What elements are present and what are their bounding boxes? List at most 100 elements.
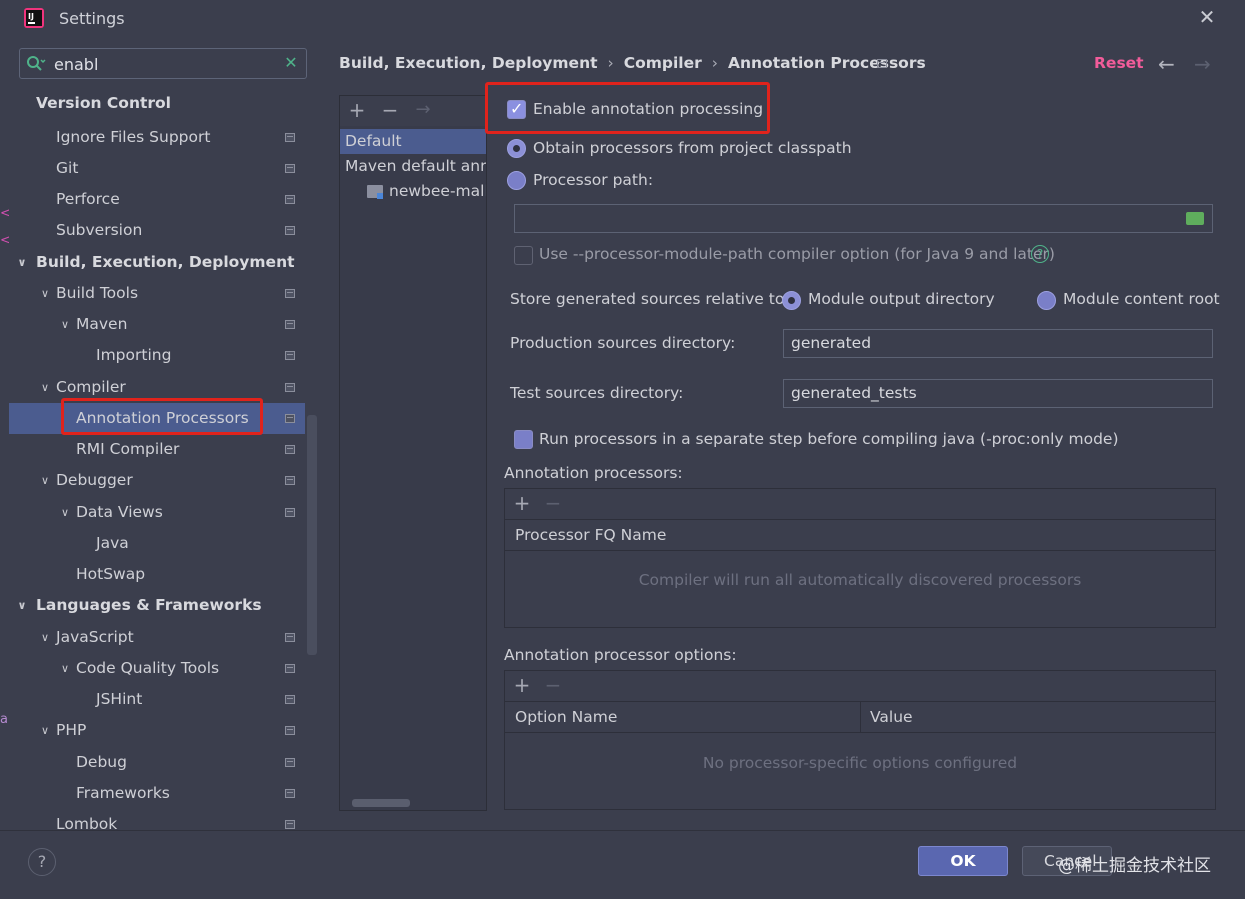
tree-item-ignore-files-support[interactable]: Ignore Files Support — [9, 122, 305, 153]
tree-item-label: JavaScript — [56, 627, 134, 646]
tree-item-jshint[interactable]: JSHint — [9, 684, 305, 715]
back-arrow-icon[interactable]: ← — [1158, 52, 1175, 76]
module-output-radio[interactable] — [782, 291, 801, 310]
title-bar: IJ Settings ✕ — [0, 0, 1245, 37]
profile-label: Maven default annotation processors prof… — [345, 157, 486, 175]
profile-item-default[interactable]: Default — [340, 129, 486, 154]
breadcrumb-build[interactable]: Build, Execution, Deployment — [339, 54, 598, 72]
project-scope-icon — [285, 132, 295, 142]
tree-item-build-execution-deployment[interactable]: ∨ Build, Execution, Deployment — [9, 247, 305, 278]
window-title: Settings — [59, 9, 125, 28]
add-icon[interactable]: + — [346, 99, 368, 121]
project-scope-icon — [285, 632, 295, 642]
remove-icon[interactable]: − — [379, 99, 401, 121]
tree-item-rmi-compiler[interactable]: RMI Compiler — [9, 434, 305, 465]
tree-item-label: Frameworks — [76, 783, 170, 802]
production-sources-label: Production sources directory: — [510, 334, 736, 352]
tree-item-maven[interactable]: ∨ Maven — [9, 309, 305, 340]
test-sources-input[interactable]: generated_tests — [783, 379, 1213, 408]
tree-item-languages-frameworks[interactable]: ∨ Languages & Frameworks — [9, 590, 305, 621]
tree-item-java[interactable]: Java — [9, 528, 305, 559]
tree-item-javascript[interactable]: ∨ JavaScript — [9, 622, 305, 653]
tree-item-debug[interactable]: Debug — [9, 747, 305, 778]
move-icon[interactable]: → — [412, 99, 434, 121]
module-path-checkbox[interactable] — [514, 246, 533, 265]
tree-item-build-tools[interactable]: ∨ Build Tools — [9, 278, 305, 309]
tree-item-git[interactable]: Git — [9, 153, 305, 184]
project-scope-icon — [285, 788, 295, 798]
tree-item-code-quality-tools[interactable]: ∨ Code Quality Tools — [9, 653, 305, 684]
tree-item-php[interactable]: ∨ PHP — [9, 715, 305, 746]
processors-toolbar: + − — [505, 489, 1215, 520]
processor-path-field[interactable] — [514, 204, 1213, 233]
column-divider — [860, 702, 861, 732]
breadcrumb-separator: › — [711, 54, 718, 72]
profile-item-module[interactable]: newbee-mall-plus — [340, 179, 486, 204]
tree-item-label: HotSwap — [76, 564, 146, 583]
tree-item-label: Build Tools — [56, 283, 139, 302]
chevron-down-icon[interactable]: ∨ — [58, 653, 72, 684]
project-scope-icon — [285, 288, 295, 298]
chevron-down-icon[interactable]: ∨ — [38, 465, 52, 496]
tree-scrollbar[interactable] — [307, 415, 317, 655]
help-icon[interactable]: ? — [1031, 245, 1049, 263]
tree-item-label: PHP — [56, 720, 87, 739]
profiles-scrollbar[interactable] — [352, 799, 410, 807]
breadcrumb-compiler[interactable]: Compiler — [624, 54, 702, 72]
project-scope-icon — [285, 444, 295, 454]
obtain-classpath-radio[interactable] — [507, 139, 526, 158]
tree-item-perforce[interactable]: Perforce — [9, 184, 305, 215]
processor-fq-column[interactable]: Processor FQ Name — [505, 526, 666, 544]
chevron-down-icon[interactable]: ∨ — [58, 309, 72, 340]
tree-item-lombok[interactable]: Lombok — [9, 809, 305, 833]
tree-item-annotation-processors[interactable]: Annotation Processors — [9, 402, 305, 434]
tree-item-label: Debug — [76, 752, 127, 771]
tree-item-debugger[interactable]: ∨ Debugger — [9, 465, 305, 496]
search-input[interactable] — [54, 53, 274, 75]
chevron-down-icon[interactable]: ∨ — [38, 715, 52, 746]
help-button[interactable]: ? — [28, 848, 56, 876]
tree-item-label: Java — [96, 533, 129, 552]
tree-item-hotswap[interactable]: HotSwap — [9, 559, 305, 590]
profile-label: newbee-mall-plus — [389, 182, 486, 200]
chevron-down-icon[interactable]: ∨ — [15, 590, 29, 621]
tree-item-compiler[interactable]: ∨ Compiler — [9, 372, 305, 403]
folder-icon[interactable] — [1186, 212, 1204, 225]
add-icon[interactable]: + — [511, 492, 533, 514]
reset-link[interactable]: Reset — [1094, 54, 1144, 72]
project-scope-icon — [285, 350, 295, 360]
project-scope-icon — [285, 507, 295, 517]
add-icon[interactable]: + — [511, 674, 533, 696]
production-sources-input[interactable]: generated — [783, 329, 1213, 358]
project-scope-icon — [285, 413, 295, 423]
chevron-down-icon[interactable]: ∨ — [38, 622, 52, 653]
watermark: @稀土掘金技术社区 — [1058, 856, 1211, 876]
tree-item-data-views[interactable]: ∨ Data Views — [9, 497, 305, 528]
project-scope-icon — [877, 59, 887, 68]
project-scope-icon — [285, 382, 295, 392]
remove-icon[interactable]: − — [542, 492, 564, 514]
tree-item-label: Importing — [96, 345, 172, 364]
processor-path-radio[interactable] — [507, 171, 526, 190]
run-separate-checkbox[interactable] — [514, 430, 533, 449]
forward-arrow-icon[interactable]: → — [1194, 52, 1211, 76]
value-column[interactable]: Value — [870, 702, 913, 733]
options-toolbar: + − — [505, 671, 1215, 702]
profile-item-maven[interactable]: Maven default annotation processors prof… — [340, 154, 486, 179]
module-content-radio[interactable] — [1037, 291, 1056, 310]
tree-item-importing[interactable]: Importing — [9, 340, 305, 371]
chevron-down-icon[interactable]: ∨ — [38, 372, 52, 403]
clear-icon[interactable]: ✕ — [282, 54, 300, 72]
ok-button[interactable]: OK — [918, 846, 1008, 876]
tree-item-subversion[interactable]: Subversion — [9, 215, 305, 246]
close-icon[interactable]: ✕ — [1196, 6, 1218, 28]
chevron-down-icon[interactable]: ∨ — [15, 247, 29, 278]
chevron-down-icon[interactable]: ∨ — [38, 278, 52, 309]
remove-icon[interactable]: − — [542, 674, 564, 696]
option-name-column[interactable]: Option Name — [515, 702, 617, 733]
tree-item-label: Code Quality Tools — [76, 658, 220, 677]
enable-annotation-checkbox[interactable]: ✓ — [507, 99, 526, 119]
chevron-down-icon[interactable]: ∨ — [58, 497, 72, 528]
tree-item-frameworks[interactable]: Frameworks — [9, 778, 305, 809]
tree-item-version-control[interactable]: Version Control — [9, 88, 305, 119]
